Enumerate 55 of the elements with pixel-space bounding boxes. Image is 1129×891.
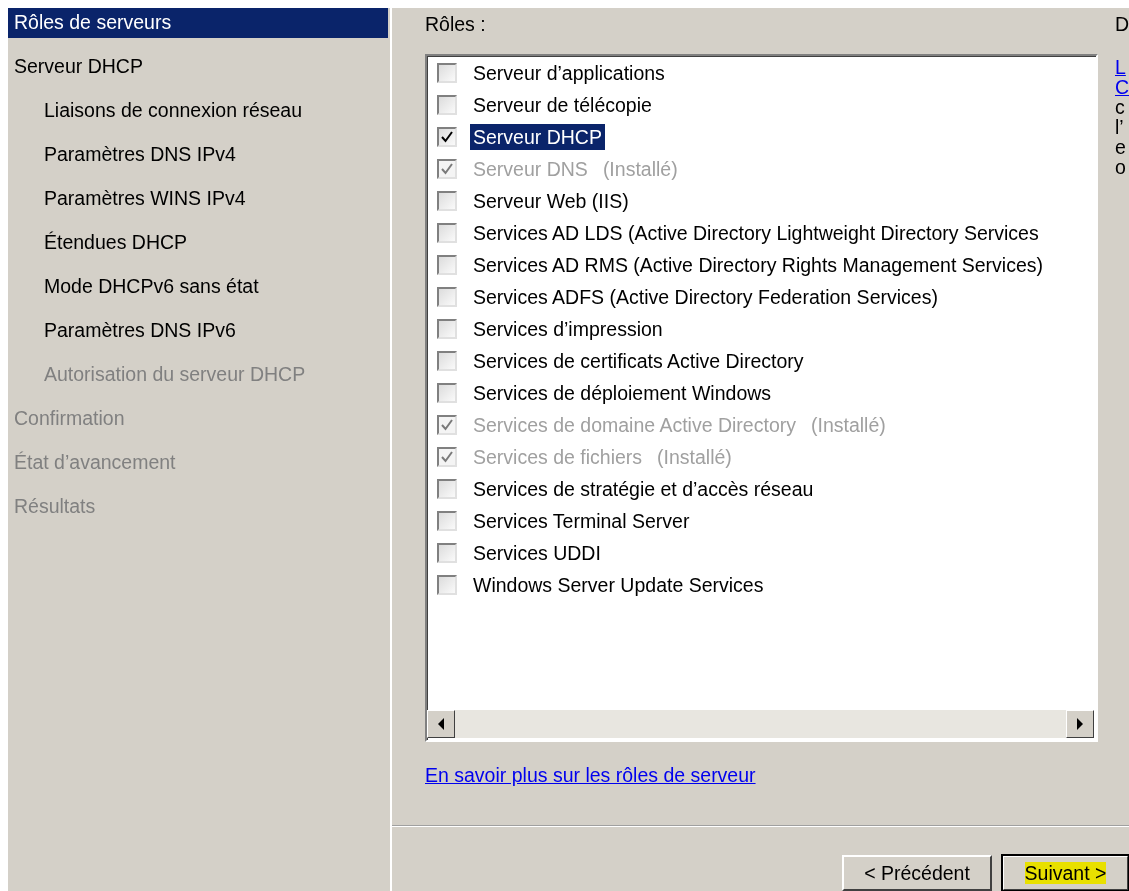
checkbox[interactable]	[437, 351, 457, 371]
checkbox[interactable]	[437, 127, 457, 147]
sidebar-item[interactable]: Étendues DHCP	[8, 228, 388, 258]
sidebar-item[interactable]: Liaisons de connexion réseau	[8, 96, 388, 126]
sidebar-item[interactable]: Serveur DHCP	[8, 52, 388, 82]
checkbox[interactable]	[437, 383, 457, 403]
scroll-left-button[interactable]	[427, 710, 455, 738]
role-label[interactable]: Services ADFS (Active Directory Federation Services)	[470, 284, 941, 310]
role-label[interactable]: Serveur de télécopie	[470, 92, 655, 118]
description-text: c	[1115, 97, 1125, 117]
sidebar-item[interactable]: Mode DHCPv6 sans état	[8, 272, 388, 302]
installed-note: (Installé)	[657, 445, 732, 469]
checkbox[interactable]	[437, 95, 457, 115]
role-label[interactable]: Services de stratégie et d’accès réseau	[470, 476, 817, 502]
role-label[interactable]: Services UDDI	[470, 540, 604, 566]
description-text: l’	[1115, 117, 1124, 137]
installed-note: (Installé)	[602, 157, 678, 181]
scroll-right-button[interactable]	[1066, 710, 1094, 738]
horizontal-scrollbar[interactable]	[427, 710, 1094, 738]
wizard-button[interactable]: < Précédent	[842, 855, 992, 891]
left-arrow-icon	[436, 717, 446, 731]
sidebar-item[interactable]: Rôles de serveurs	[8, 8, 388, 38]
sidebar-item[interactable]: Paramètres WINS IPv4	[8, 184, 388, 214]
checkbox[interactable]	[437, 575, 457, 595]
checkbox[interactable]	[437, 255, 457, 275]
checkbox[interactable]	[437, 511, 457, 531]
description-heading: D	[1115, 12, 1129, 37]
description-link[interactable]: L	[1115, 57, 1126, 77]
role-label[interactable]: Services de certificats Active Directory	[470, 348, 807, 374]
description-text: e	[1115, 137, 1126, 157]
role-label[interactable]: Services Terminal Server	[470, 508, 693, 534]
checkbox[interactable]	[437, 319, 457, 339]
wizard-button[interactable]: Suivant >	[1002, 855, 1129, 891]
role-label[interactable]: Serveur DHCP	[470, 124, 605, 150]
learn-more-link[interactable]: En savoir plus sur les rôles de serveur	[425, 762, 756, 788]
role-label[interactable]: Services AD LDS (Active Directory Lightweight Directory Services	[470, 220, 1042, 246]
checkbox[interactable]	[437, 63, 457, 83]
checkbox[interactable]	[437, 479, 457, 499]
role-label[interactable]: Services de déploiement Windows	[470, 380, 775, 406]
description-text: o	[1115, 157, 1126, 177]
role-label[interactable]: Services AD RMS (Active Directory Rights Management Services)	[470, 252, 1046, 278]
role-label[interactable]: Serveur d’applications	[470, 60, 668, 86]
checkbox[interactable]	[437, 191, 457, 211]
installed-note: (Installé)	[810, 413, 886, 437]
sidebar-item[interactable]: Paramètres DNS IPv6	[8, 316, 388, 346]
role-label[interactable]: Windows Server Update Services	[470, 572, 767, 598]
checkbox[interactable]	[437, 287, 457, 307]
role-label[interactable]: Services d’impression	[470, 316, 666, 342]
checkbox[interactable]	[437, 223, 457, 243]
role-label[interactable]: Serveur Web (IIS)	[470, 188, 632, 214]
roles-label: Rôles :	[425, 12, 486, 37]
right-arrow-icon	[1075, 717, 1085, 731]
description-link[interactable]: C	[1115, 77, 1129, 97]
sidebar-item[interactable]: Paramètres DNS IPv4	[8, 140, 388, 170]
checkbox[interactable]	[437, 543, 457, 563]
